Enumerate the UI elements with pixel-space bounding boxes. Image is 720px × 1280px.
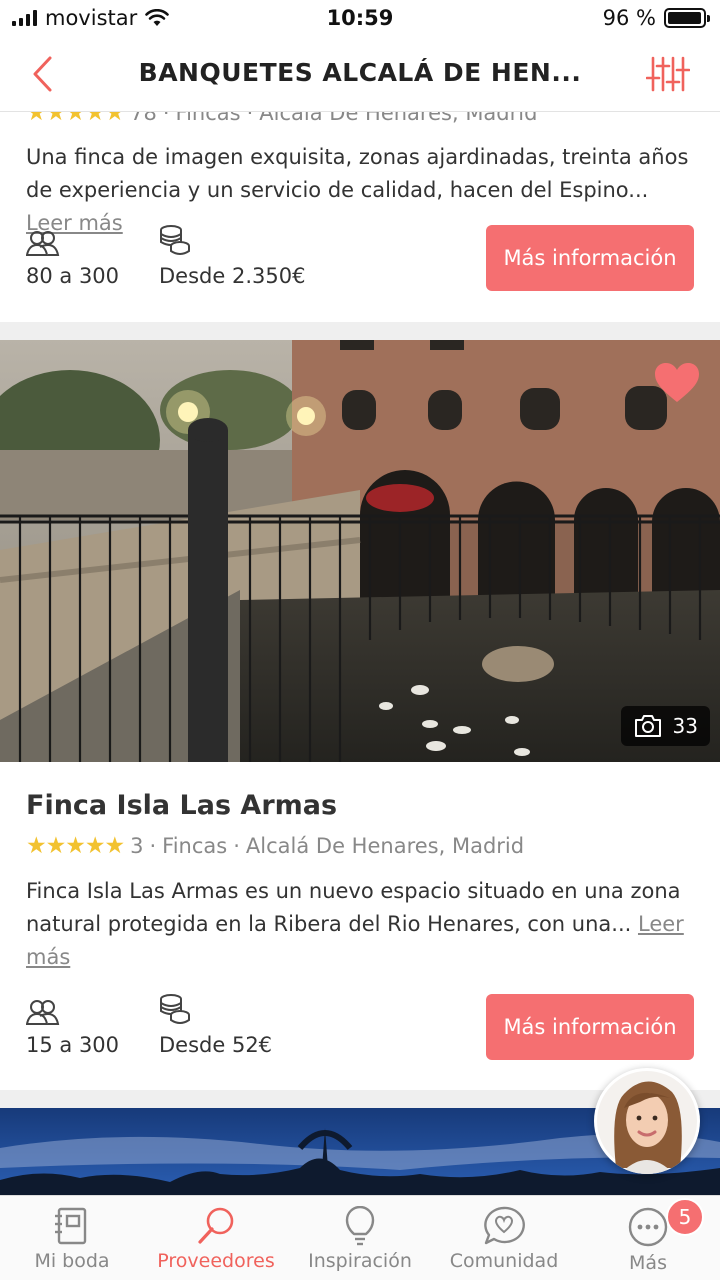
back-button[interactable]: [22, 52, 66, 96]
listing-description: Finca Isla Las Armas es un nuevo espacio…: [26, 875, 686, 974]
tab-label: Más: [629, 1252, 667, 1274]
card-divider: [0, 322, 720, 340]
more-icon: [628, 1207, 668, 1247]
tab-label: Proveedores: [157, 1250, 275, 1272]
notebook-icon: [55, 1207, 87, 1245]
tab-mas[interactable]: Más 5: [576, 1196, 720, 1280]
listing-title[interactable]: Finca Isla Las Armas: [26, 790, 337, 821]
camera-icon: [634, 715, 661, 737]
guests-stat: 80 a 300: [26, 230, 119, 288]
rating-count: 3: [130, 834, 144, 858]
tab-inspiracion[interactable]: Inspiración: [288, 1196, 432, 1280]
price-stat: Desde 2.350€: [159, 224, 305, 288]
chevron-left-icon: [33, 56, 52, 92]
lightbulb-icon: [345, 1206, 375, 1246]
listing-category: Fincas: [162, 834, 228, 858]
coins-icon: [160, 994, 190, 1024]
listing-feed[interactable]: ★★★★★ 78 · Fincas · Alcalá De Henares, M…: [0, 112, 720, 1195]
notification-badge: 5: [666, 1198, 704, 1236]
rating-stars: ★★★★★: [26, 112, 125, 126]
listing-meta: ★★★★★ 3 · Fincas · Alcalá De Henares, Ma…: [26, 833, 525, 859]
battery-percent: 96 %: [602, 6, 656, 30]
page-title: BANQUETES ALCALÁ DE HEN...: [138, 58, 582, 87]
description-text: Una finca de imagen exquisita, zonas aja…: [26, 145, 689, 202]
assistant-avatar[interactable]: [594, 1068, 700, 1174]
tab-comunidad[interactable]: Comunidad: [432, 1196, 576, 1280]
price-value: Desde 52€: [159, 1033, 273, 1057]
favorite-button[interactable]: [654, 362, 700, 404]
tab-label: Comunidad: [449, 1250, 559, 1272]
photo-count-badge[interactable]: 33: [620, 706, 710, 746]
status-right: 96 %: [602, 6, 710, 30]
sliders-icon: [645, 56, 691, 92]
guests-icon: [26, 231, 60, 256]
more-info-button[interactable]: Más información: [486, 994, 694, 1060]
guests-value: 15 a 300: [26, 1033, 120, 1057]
guests-stat: 15 a 300: [26, 999, 119, 1057]
status-bar: movistar 10:59 96 %: [0, 0, 720, 38]
more-info-button[interactable]: Más información: [486, 225, 694, 291]
guests-value: 80 a 300: [26, 264, 120, 288]
nav-bar: BANQUETES ALCALÁ DE HEN...: [0, 38, 720, 112]
tab-mi-boda[interactable]: Mi boda: [0, 1196, 144, 1280]
avatar: [597, 1071, 697, 1174]
venue-photo: [0, 340, 720, 762]
battery-icon: [664, 8, 710, 28]
search-icon: [198, 1207, 234, 1244]
price-value: Desde 2.350€: [159, 264, 306, 288]
price-stat: Desde 52€: [159, 993, 272, 1057]
tab-label: Inspiración: [308, 1250, 412, 1272]
filter-button[interactable]: [645, 54, 691, 94]
description-text: Finca Isla Las Armas es un nuevo espacio…: [26, 879, 681, 936]
tab-proveedores[interactable]: Proveedores: [144, 1196, 288, 1280]
listing-category: Fincas: [175, 112, 241, 125]
rating-stars: ★★★★★: [26, 833, 125, 859]
listing-location: Alcalá De Henares, Madrid: [259, 112, 538, 125]
tab-label: Mi boda: [34, 1250, 110, 1272]
photo-count: 33: [672, 714, 698, 738]
heart-icon: [655, 363, 699, 402]
chat-heart-icon: [484, 1206, 525, 1245]
listing-photo[interactable]: 33: [0, 340, 720, 762]
coins-icon: [160, 225, 190, 255]
tab-bar: Mi boda Proveedores Inspiración Comunida…: [0, 1195, 720, 1280]
listing-location: Alcalá De Henares, Madrid: [245, 834, 525, 858]
guests-icon: [26, 1000, 60, 1025]
listing-meta: ★★★★★ 78 · Fincas · Alcalá De Henares, M…: [26, 112, 537, 126]
rating-count: 78: [130, 112, 157, 125]
